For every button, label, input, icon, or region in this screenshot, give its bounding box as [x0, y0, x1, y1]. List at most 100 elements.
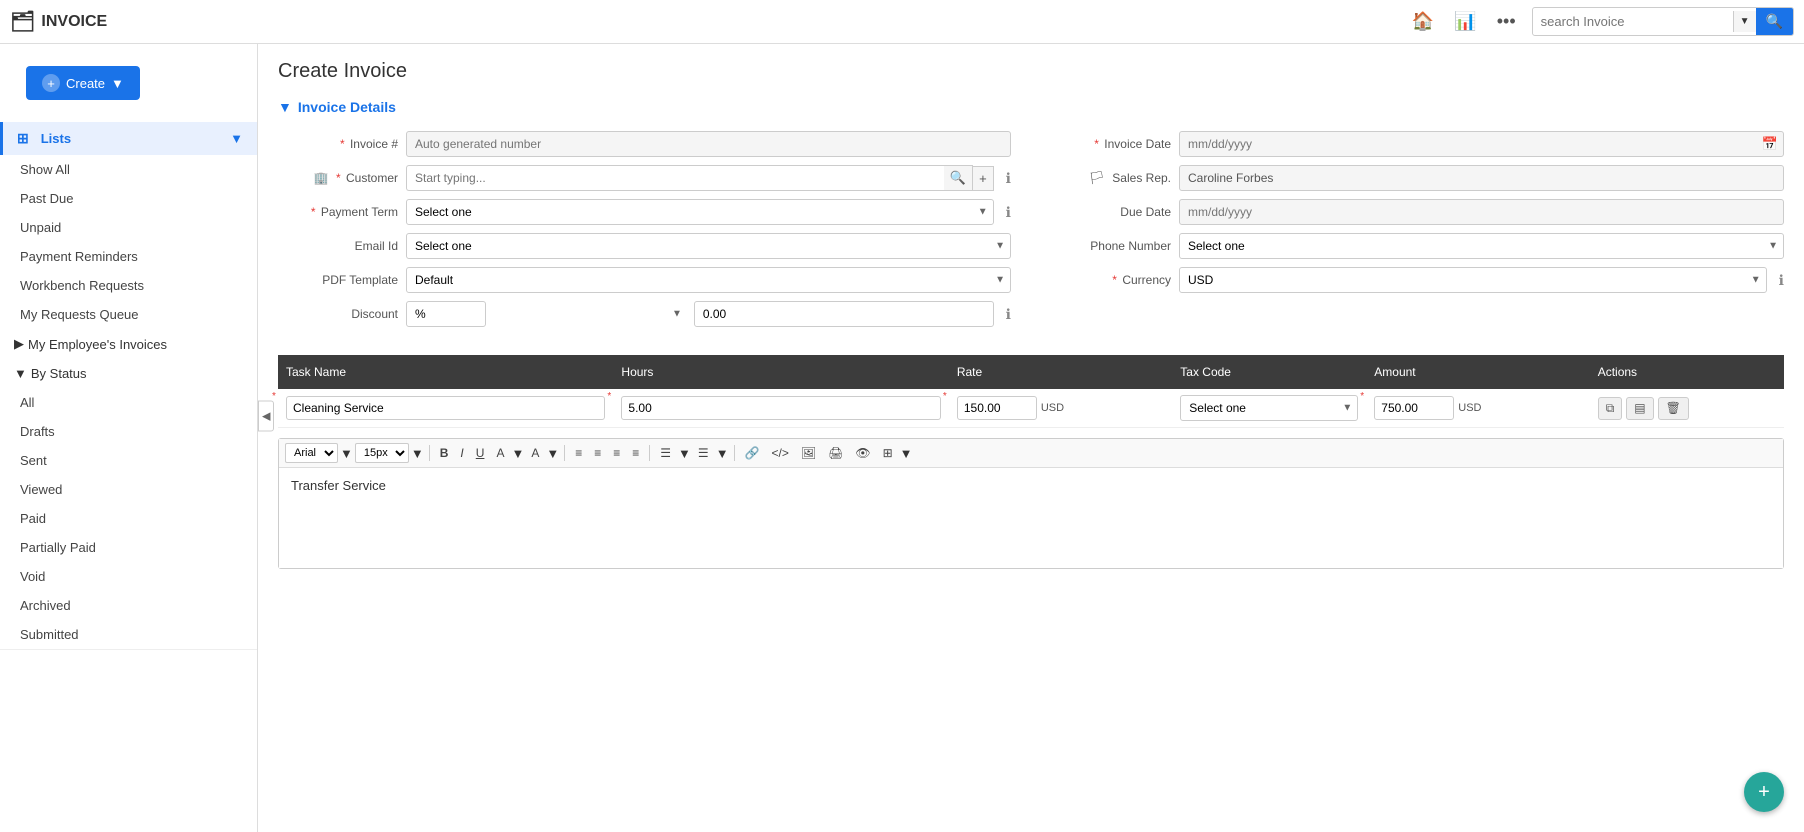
discount-info-icon[interactable]: ℹ	[1006, 306, 1011, 323]
invoice-date-input[interactable]	[1179, 131, 1784, 157]
due-date-label: Due Date	[1051, 205, 1171, 219]
font-color-button[interactable]: A	[491, 444, 509, 462]
sidebar-item-show-all[interactable]: Show All	[0, 155, 257, 184]
sidebar-item-drafts[interactable]: Drafts	[0, 417, 257, 446]
bullet-list-arrow: ▼	[678, 446, 691, 461]
customer-input-wrapper: 🔍 +	[406, 165, 994, 191]
sidebar-item-my-employee-invoices[interactable]: ▶ My Employee's Invoices	[0, 329, 257, 359]
customer-search-icon[interactable]: 🔍	[944, 165, 973, 191]
image-button[interactable]: 🖼	[796, 444, 821, 462]
editor-body[interactable]: Transfer Service	[279, 468, 1783, 568]
create-button[interactable]: + Create ▼	[26, 66, 140, 100]
sidebar-toggle[interactable]: ◀	[258, 401, 274, 432]
expand-icon: ▶	[14, 336, 24, 352]
font-size-select[interactable]: 15px	[355, 443, 409, 463]
align-right-button[interactable]: ≡	[608, 444, 625, 462]
hours-input[interactable]	[621, 396, 940, 420]
rate-input[interactable]	[957, 396, 1037, 420]
currency-row: * Currency USD ▼ ℹ	[1051, 267, 1784, 293]
align-center-button[interactable]: ≡	[589, 444, 606, 462]
col-rate: Rate	[949, 355, 1172, 389]
section-collapse-icon: ▼	[278, 99, 292, 115]
more-icon-btn[interactable]: •••	[1491, 7, 1522, 36]
home-icon-btn[interactable]: 🏠	[1406, 7, 1440, 36]
top-nav: 🗂 INVOICE 🏠 📊 ••• ▼ 🔍	[0, 0, 1804, 44]
invoice-num-input[interactable]	[406, 131, 1011, 157]
customer-input[interactable]	[406, 165, 944, 191]
currency-info-icon[interactable]: ℹ	[1779, 272, 1784, 289]
code-button[interactable]: </>	[767, 444, 794, 462]
print-button[interactable]: 🖨	[823, 444, 848, 462]
payment-term-select[interactable]: Select one	[406, 199, 994, 225]
font-family-select[interactable]: Arial	[285, 443, 338, 463]
bold-button[interactable]: B	[435, 444, 454, 462]
chart-icon-btn[interactable]: 📊	[1448, 7, 1482, 36]
highlight-button[interactable]: A	[526, 444, 544, 462]
sidebar-item-unpaid[interactable]: Unpaid	[0, 213, 257, 242]
sidebar-item-past-due[interactable]: Past Due	[0, 184, 257, 213]
row-edit-button[interactable]: ▤	[1626, 397, 1653, 420]
invoice-details-header[interactable]: ▼ Invoice Details	[278, 99, 1784, 115]
hours-cell	[613, 389, 948, 428]
form-right: * Invoice Date 📅 🏳 Sales Rep.	[1051, 131, 1784, 335]
link-button[interactable]: 🔗	[740, 444, 765, 462]
actions-cell: ⧉ ▤ 🗑	[1590, 389, 1784, 428]
font-color-arrow: ▼	[511, 446, 524, 461]
by-status-header[interactable]: ▼ By Status	[0, 359, 257, 388]
invoice-form: * Invoice # 🏢 * Customer 🔍 + ℹ	[278, 131, 1784, 335]
bullet-list-button[interactable]: ☰	[655, 444, 676, 462]
sales-rep-input[interactable]	[1179, 165, 1784, 191]
customer-add-icon[interactable]: +	[973, 166, 994, 191]
italic-button[interactable]: I	[455, 444, 468, 462]
preview-button[interactable]: 👁	[850, 444, 875, 462]
numbered-list-button[interactable]: ☰	[693, 444, 714, 462]
customer-info-icon[interactable]: ℹ	[1006, 170, 1011, 187]
amount-input[interactable]	[1374, 396, 1454, 420]
table-row: USD Select one ▼	[278, 389, 1784, 428]
email-id-select[interactable]: Select one	[406, 233, 1011, 259]
sidebar-item-my-requests-queue[interactable]: My Requests Queue	[0, 300, 257, 329]
sidebar-item-sent[interactable]: Sent	[0, 446, 257, 475]
sidebar-item-archived[interactable]: Archived	[0, 591, 257, 620]
fab-button[interactable]: +	[1744, 772, 1784, 812]
sidebar-item-partially-paid[interactable]: Partially Paid	[0, 533, 257, 562]
sidebar-item-paid[interactable]: Paid	[0, 504, 257, 533]
table-arrow: ▼	[900, 446, 913, 461]
sidebar-item-viewed[interactable]: Viewed	[0, 475, 257, 504]
payment-term-info-icon[interactable]: ℹ	[1006, 204, 1011, 221]
currency-select[interactable]: USD	[1179, 267, 1767, 293]
nav-icons: 🏠 📊 •••	[1406, 7, 1522, 36]
sidebar-item-submitted[interactable]: Submitted	[0, 620, 257, 649]
page-title: Create Invoice	[278, 60, 1784, 83]
search-input[interactable]	[1533, 9, 1733, 34]
align-justify-button[interactable]: ≡	[627, 444, 644, 462]
phone-number-label: Phone Number	[1051, 239, 1171, 253]
table-button[interactable]: ⊞	[878, 444, 898, 462]
sidebar-item-payment-reminders[interactable]: Payment Reminders	[0, 242, 257, 271]
discount-type-select[interactable]: %	[406, 301, 486, 327]
app-logo: 🗂 INVOICE	[10, 9, 107, 34]
search-dropdown-arrow[interactable]: ▼	[1733, 11, 1756, 32]
discount-value-input[interactable]	[694, 301, 994, 327]
tax-code-select[interactable]: Select one	[1180, 395, 1358, 421]
due-date-input[interactable]	[1179, 199, 1784, 225]
col-hours: Hours	[613, 355, 948, 389]
task-name-input[interactable]	[286, 396, 605, 420]
sales-rep-label: 🏳 Sales Rep.	[1051, 170, 1171, 186]
phone-number-select[interactable]: Select one	[1179, 233, 1784, 259]
align-left-button[interactable]: ≡	[570, 444, 587, 462]
search-button[interactable]: 🔍	[1756, 8, 1793, 35]
lists-header[interactable]: ⊞ Lists ▼	[0, 122, 257, 155]
payment-term-label: * Payment Term	[278, 205, 398, 219]
sidebar-item-void[interactable]: Void	[0, 562, 257, 591]
row-copy-button[interactable]: ⧉	[1598, 397, 1623, 420]
app-title: INVOICE	[41, 13, 107, 31]
sidebar-item-workbench-requests[interactable]: Workbench Requests	[0, 271, 257, 300]
row-delete-button[interactable]: 🗑	[1658, 397, 1689, 420]
main-content: Create Invoice ▼ Invoice Details * Invoi…	[258, 44, 1804, 832]
sidebar-item-all[interactable]: All	[0, 388, 257, 417]
underline-button[interactable]: U	[471, 444, 490, 462]
pdf-template-select[interactable]: Default	[406, 267, 1011, 293]
invoice-date-calendar-icon[interactable]: 📅	[1762, 136, 1778, 152]
plus-circle-icon: +	[42, 74, 60, 92]
